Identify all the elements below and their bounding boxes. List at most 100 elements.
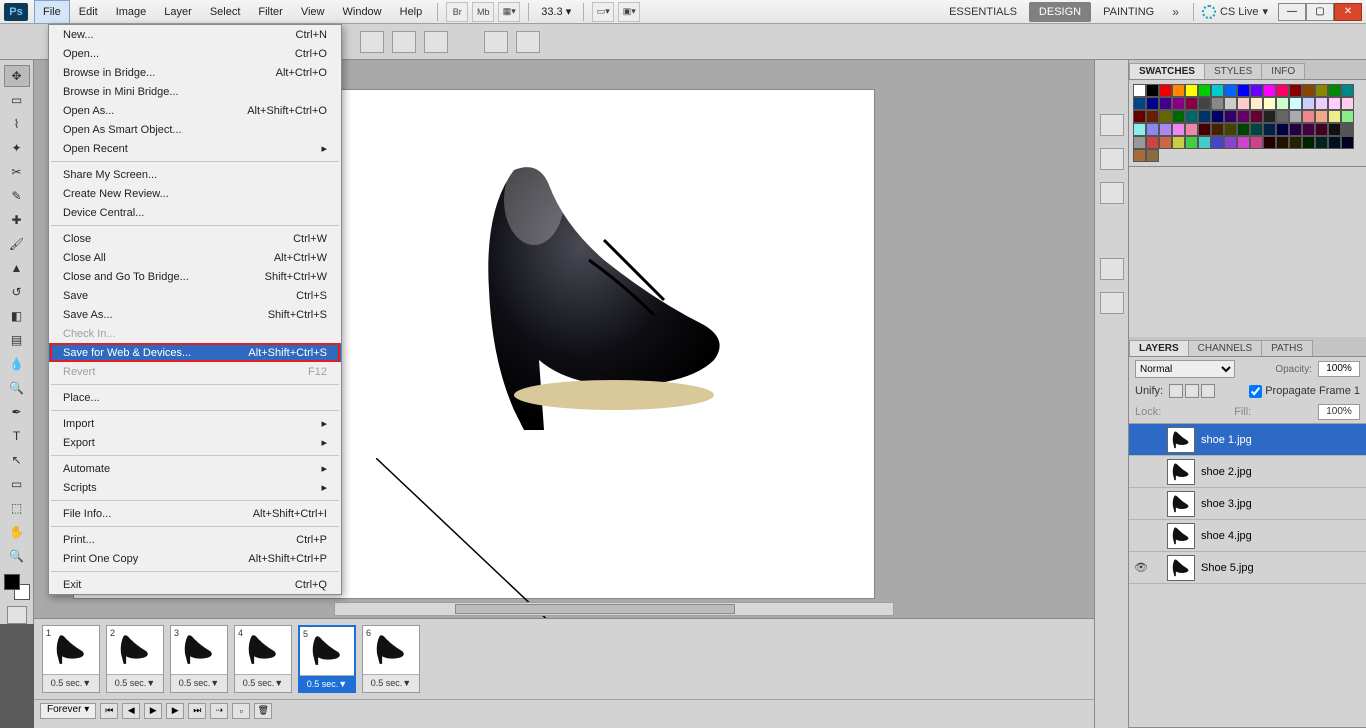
swatch[interactable] <box>1263 110 1276 123</box>
menu-view[interactable]: View <box>292 0 334 24</box>
swatch[interactable] <box>1328 84 1341 97</box>
quickmask-button[interactable] <box>7 606 27 624</box>
swatch[interactable] <box>1250 84 1263 97</box>
swatch[interactable] <box>1133 110 1146 123</box>
tab-styles[interactable]: STYLES <box>1204 63 1262 79</box>
swatch[interactable] <box>1263 123 1276 136</box>
swatch[interactable] <box>1276 84 1289 97</box>
swatch[interactable] <box>1341 110 1354 123</box>
menu-edit[interactable]: Edit <box>70 0 107 24</box>
swatch[interactable] <box>1159 84 1172 97</box>
play-button[interactable]: ▶ <box>144 703 162 719</box>
new-frame-button[interactable]: ▫ <box>232 703 250 719</box>
opt-icon[interactable] <box>360 31 384 53</box>
swatch[interactable] <box>1289 123 1302 136</box>
swatch[interactable] <box>1263 84 1276 97</box>
swatch[interactable] <box>1146 97 1159 110</box>
menu-item[interactable]: Save for Web & Devices...Alt+Shift+Ctrl+… <box>49 343 341 362</box>
animation-frame[interactable]: 20.5 sec.▼ <box>106 625 164 693</box>
workspace-design[interactable]: DESIGN <box>1029 2 1091 22</box>
menu-item[interactable]: Import▸ <box>49 414 341 433</box>
swatch[interactable] <box>1302 97 1315 110</box>
screenmode-icon[interactable]: ▣▾ <box>618 2 640 22</box>
menu-item[interactable]: Browse in Mini Bridge... <box>49 82 341 101</box>
swatch[interactable] <box>1211 110 1224 123</box>
menu-item[interactable]: Share My Screen... <box>49 165 341 184</box>
propagate-checkbox[interactable]: Propagate Frame 1 <box>1249 385 1360 398</box>
swatch[interactable] <box>1289 97 1302 110</box>
hand-tool[interactable]: ✋ <box>4 521 30 543</box>
menu-item[interactable]: ExitCtrl+Q <box>49 575 341 594</box>
minibridge-icon[interactable]: Mb <box>472 2 494 22</box>
gradient-tool[interactable]: ▤ <box>4 329 30 351</box>
maximize-button[interactable]: ▢ <box>1306 3 1334 21</box>
menu-window[interactable]: Window <box>334 0 391 24</box>
swatch[interactable] <box>1146 123 1159 136</box>
minimize-button[interactable]: — <box>1278 3 1306 21</box>
menu-item[interactable]: Save As...Shift+Ctrl+S <box>49 305 341 324</box>
swatch[interactable] <box>1224 84 1237 97</box>
swatch[interactable] <box>1237 97 1250 110</box>
animation-frame[interactable]: 10.5 sec.▼ <box>42 625 100 693</box>
swatch[interactable] <box>1276 97 1289 110</box>
opt-icon[interactable] <box>424 31 448 53</box>
shape-tool[interactable]: ▭ <box>4 473 30 495</box>
visibility-icon[interactable]: 👁 <box>1133 561 1149 574</box>
swatch[interactable] <box>1224 136 1237 149</box>
swatch[interactable] <box>1302 110 1315 123</box>
swatch[interactable] <box>1250 123 1263 136</box>
swatch[interactable] <box>1237 84 1250 97</box>
swatch[interactable] <box>1211 123 1224 136</box>
menu-item[interactable]: Device Central... <box>49 203 341 222</box>
prev-frame-button[interactable]: ◀ <box>122 703 140 719</box>
path-tool[interactable]: ↖ <box>4 449 30 471</box>
more-workspaces-icon[interactable]: » <box>1166 5 1185 19</box>
swatch[interactable] <box>1276 123 1289 136</box>
swatch[interactable] <box>1341 123 1354 136</box>
swatch[interactable] <box>1172 84 1185 97</box>
frame-duration[interactable]: 0.5 sec.▼ <box>235 674 291 690</box>
eraser-tool[interactable]: ◧ <box>4 305 30 327</box>
swatch[interactable] <box>1211 136 1224 149</box>
swatch[interactable] <box>1315 84 1328 97</box>
menu-file[interactable]: File <box>34 0 70 24</box>
menu-item[interactable]: Print One CopyAlt+Shift+Ctrl+P <box>49 549 341 568</box>
menu-item[interactable]: File Info...Alt+Shift+Ctrl+I <box>49 504 341 523</box>
swatch[interactable] <box>1237 136 1250 149</box>
swatch[interactable] <box>1315 123 1328 136</box>
crop-tool[interactable]: ✂ <box>4 161 30 183</box>
swatch[interactable] <box>1198 110 1211 123</box>
menu-item[interactable]: Close AllAlt+Ctrl+W <box>49 248 341 267</box>
loop-select[interactable]: Forever ▾ <box>40 703 96 719</box>
menu-item[interactable]: SaveCtrl+S <box>49 286 341 305</box>
menu-item[interactable]: Open...Ctrl+O <box>49 44 341 63</box>
menu-layer[interactable]: Layer <box>155 0 201 24</box>
swatch[interactable] <box>1250 110 1263 123</box>
swatch[interactable] <box>1315 110 1328 123</box>
animation-frame[interactable]: 30.5 sec.▼ <box>170 625 228 693</box>
history-dock-icon[interactable] <box>1100 148 1124 170</box>
arrange-icon[interactable]: ▭▾ <box>592 2 614 22</box>
zoom-level[interactable]: 33.3 ▾ <box>541 5 571 18</box>
swatch[interactable] <box>1159 136 1172 149</box>
opacity-field[interactable]: 100% <box>1318 361 1360 377</box>
layer-row[interactable]: shoe 2.jpg <box>1129 456 1366 488</box>
menu-item[interactable]: Scripts▸ <box>49 478 341 497</box>
swatch[interactable] <box>1250 97 1263 110</box>
swatch[interactable] <box>1224 97 1237 110</box>
swatch[interactable] <box>1328 110 1341 123</box>
menu-item[interactable]: CloseCtrl+W <box>49 229 341 248</box>
layer-row[interactable]: shoe 3.jpg <box>1129 488 1366 520</box>
animation-frame[interactable]: 50.5 sec.▼ <box>298 625 356 693</box>
menu-filter[interactable]: Filter <box>249 0 291 24</box>
swatch[interactable] <box>1146 84 1159 97</box>
blend-mode-select[interactable]: Normal <box>1135 360 1235 378</box>
swatch[interactable] <box>1328 136 1341 149</box>
menu-image[interactable]: Image <box>107 0 156 24</box>
adjustments-dock-icon[interactable] <box>1100 258 1124 280</box>
swatch[interactable] <box>1289 84 1302 97</box>
swatch[interactable] <box>1341 97 1354 110</box>
frame-duration[interactable]: 0.5 sec.▼ <box>43 674 99 690</box>
swatch[interactable] <box>1198 136 1211 149</box>
menu-item[interactable]: Export▸ <box>49 433 341 452</box>
